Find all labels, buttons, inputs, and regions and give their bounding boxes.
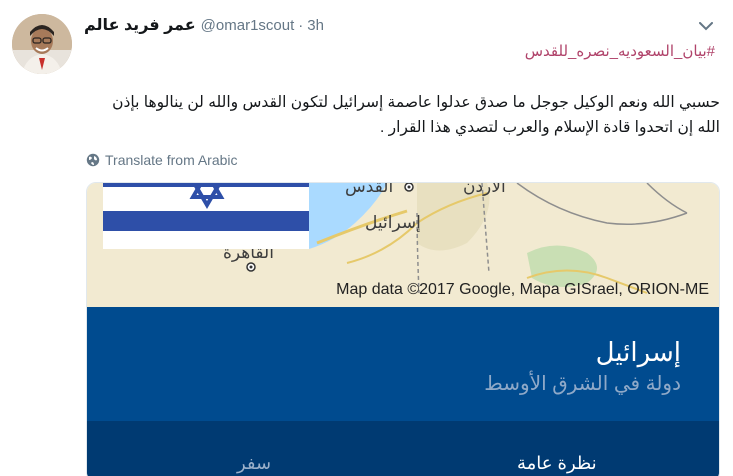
israel-flag	[103, 183, 309, 249]
place-subtitle: دولة في الشرق الأوسط	[484, 373, 681, 395]
separator-dot: ·	[298, 16, 304, 34]
translate-label: Translate from Arabic	[105, 152, 238, 168]
tweet-menu-button[interactable]	[694, 16, 718, 36]
translate-tweet[interactable]: Translate from Arabic	[86, 150, 238, 170]
place-title: إسرائيل	[595, 337, 681, 367]
globe-icon	[86, 153, 100, 167]
chevron-down-icon	[699, 21, 713, 30]
tab-travel[interactable]: سفر	[237, 453, 271, 474]
tweet: عمر فريد عالم @omar1scout · 3h #بيان_الس…	[0, 0, 733, 476]
map-label-israel: إسرائيل	[365, 213, 421, 232]
hashtag-link[interactable]: #بيان_السعوديه_نصره_للقدس	[525, 42, 715, 60]
star-of-david-icon	[189, 183, 225, 209]
tweet-text: حسبي الله ونعم الوكيل جوجل ما صدق عدلوا …	[112, 94, 720, 136]
display-name[interactable]: عمر فريد عالم	[84, 15, 196, 35]
city-marker-icon	[404, 183, 414, 192]
map-attribution: Map data ©2017 Google, Mapa GISrael, ORI…	[336, 281, 709, 298]
map-label-jerusalem: القدس	[345, 182, 394, 196]
place-tabs: نظرة عامة سفر	[87, 421, 719, 476]
avatar[interactable]	[12, 14, 72, 74]
map-label-jordan: الأردن	[463, 182, 506, 196]
tweet-timestamp[interactable]: 3h	[307, 17, 324, 34]
map-preview[interactable]: القدس الأردن إسرائيل القاهرة Map data ©2…	[87, 182, 719, 307]
place-card[interactable]: القدس الأردن إسرائيل القاهرة Map data ©2…	[86, 182, 720, 476]
city-marker-icon	[246, 262, 256, 272]
tab-overview[interactable]: نظرة عامة	[517, 453, 597, 474]
avatar-image	[12, 14, 72, 74]
user-handle[interactable]: @omar1scout	[201, 17, 295, 34]
tweet-header: عمر فريد عالم @omar1scout · 3h	[84, 14, 324, 36]
